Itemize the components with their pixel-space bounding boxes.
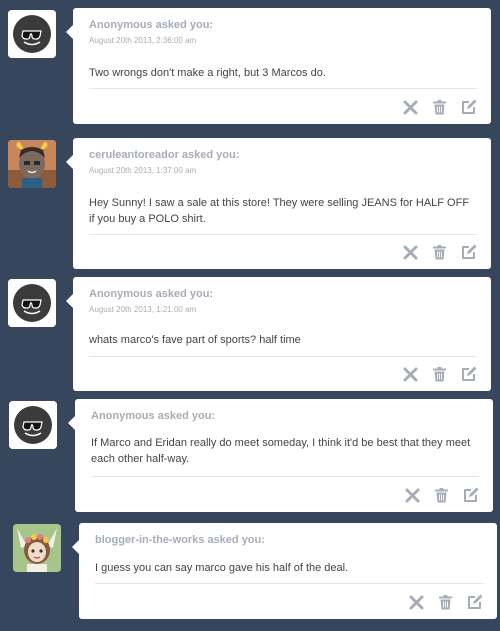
divider (89, 234, 477, 235)
answer-button[interactable] (462, 487, 479, 504)
edit-icon (462, 487, 479, 504)
post-date: August 20th 2013, 1:21:00 am (89, 305, 197, 314)
x-icon (402, 99, 419, 116)
asker-label[interactable]: Anonymous asked you: (89, 19, 213, 31)
divider (95, 583, 483, 584)
avatar[interactable] (8, 140, 56, 188)
question-text: whats marco's fave part of sports? half … (89, 334, 301, 346)
post-date: August 20th 2013, 2:36:00 am (89, 36, 197, 45)
ask-post: Anonymous asked you: August 20th 2013, 2… (66, 8, 491, 124)
edit-icon (460, 244, 477, 261)
delete-button[interactable] (408, 594, 425, 611)
post-date: August 20th 2013, 1:37:00 am (89, 166, 197, 175)
edit-icon (466, 594, 483, 611)
trash-icon (437, 594, 454, 611)
post-actions (402, 99, 477, 116)
anonymous-sunglasses-avatar-icon (8, 10, 56, 58)
answer-button[interactable] (460, 244, 477, 261)
question-text: I guess you can say marco gave his half … (95, 562, 349, 574)
ask-post: blogger-in-the-works asked you: I guess … (72, 523, 497, 619)
trash-icon (431, 366, 448, 383)
delete-button[interactable] (402, 366, 419, 383)
question-text: Hey Sunny! I saw a sale at this store! T… (89, 197, 470, 225)
asker-label[interactable]: ceruleantoreador asked you: (89, 149, 239, 161)
anonymous-sunglasses-avatar-icon (9, 401, 57, 449)
trash-icon (431, 244, 448, 261)
x-icon (408, 594, 425, 611)
divider (89, 356, 477, 357)
post-actions (402, 366, 477, 383)
trash-icon (431, 99, 448, 116)
edit-icon (460, 366, 477, 383)
post-actions (408, 594, 483, 611)
asker-label[interactable]: blogger-in-the-works asked you: (95, 534, 265, 546)
anonymous-sunglasses-avatar-icon (8, 279, 56, 327)
answer-button[interactable] (460, 366, 477, 383)
answer-button[interactable] (466, 594, 483, 611)
answer-button[interactable] (460, 99, 477, 116)
question-text: Two wrongs don't make a right, but 3 Mar… (89, 67, 326, 79)
x-icon (402, 244, 419, 261)
divider (91, 476, 479, 477)
avatar[interactable] (8, 279, 56, 327)
trash-button[interactable] (431, 366, 448, 383)
ask-post: Anonymous asked you: If Marco and Eridan… (68, 399, 493, 512)
asker-label[interactable]: Anonymous asked you: (89, 288, 213, 300)
x-icon (402, 366, 419, 383)
delete-button[interactable] (402, 99, 419, 116)
avatar[interactable] (13, 524, 61, 572)
delete-button[interactable] (404, 487, 421, 504)
character-avatar-flower-crown-icon (13, 524, 61, 572)
avatar[interactable] (9, 401, 57, 449)
asker-label[interactable]: Anonymous asked you: (91, 410, 215, 422)
trash-icon (433, 487, 450, 504)
post-actions (402, 244, 477, 261)
ask-post: ceruleantoreador asked you: August 20th … (66, 138, 491, 269)
question-text: If Marco and Eridan really do meet somed… (91, 437, 471, 465)
delete-button[interactable] (402, 244, 419, 261)
trash-button[interactable] (431, 244, 448, 261)
post-actions (404, 487, 479, 504)
avatar[interactable] (8, 10, 56, 58)
trash-button[interactable] (431, 99, 448, 116)
trash-button[interactable] (437, 594, 454, 611)
edit-icon (460, 99, 477, 116)
character-avatar-horns-icon (8, 140, 56, 188)
divider (89, 88, 477, 89)
ask-post: Anonymous asked you: August 20th 2013, 1… (66, 277, 491, 391)
trash-button[interactable] (433, 487, 450, 504)
x-icon (404, 487, 421, 504)
